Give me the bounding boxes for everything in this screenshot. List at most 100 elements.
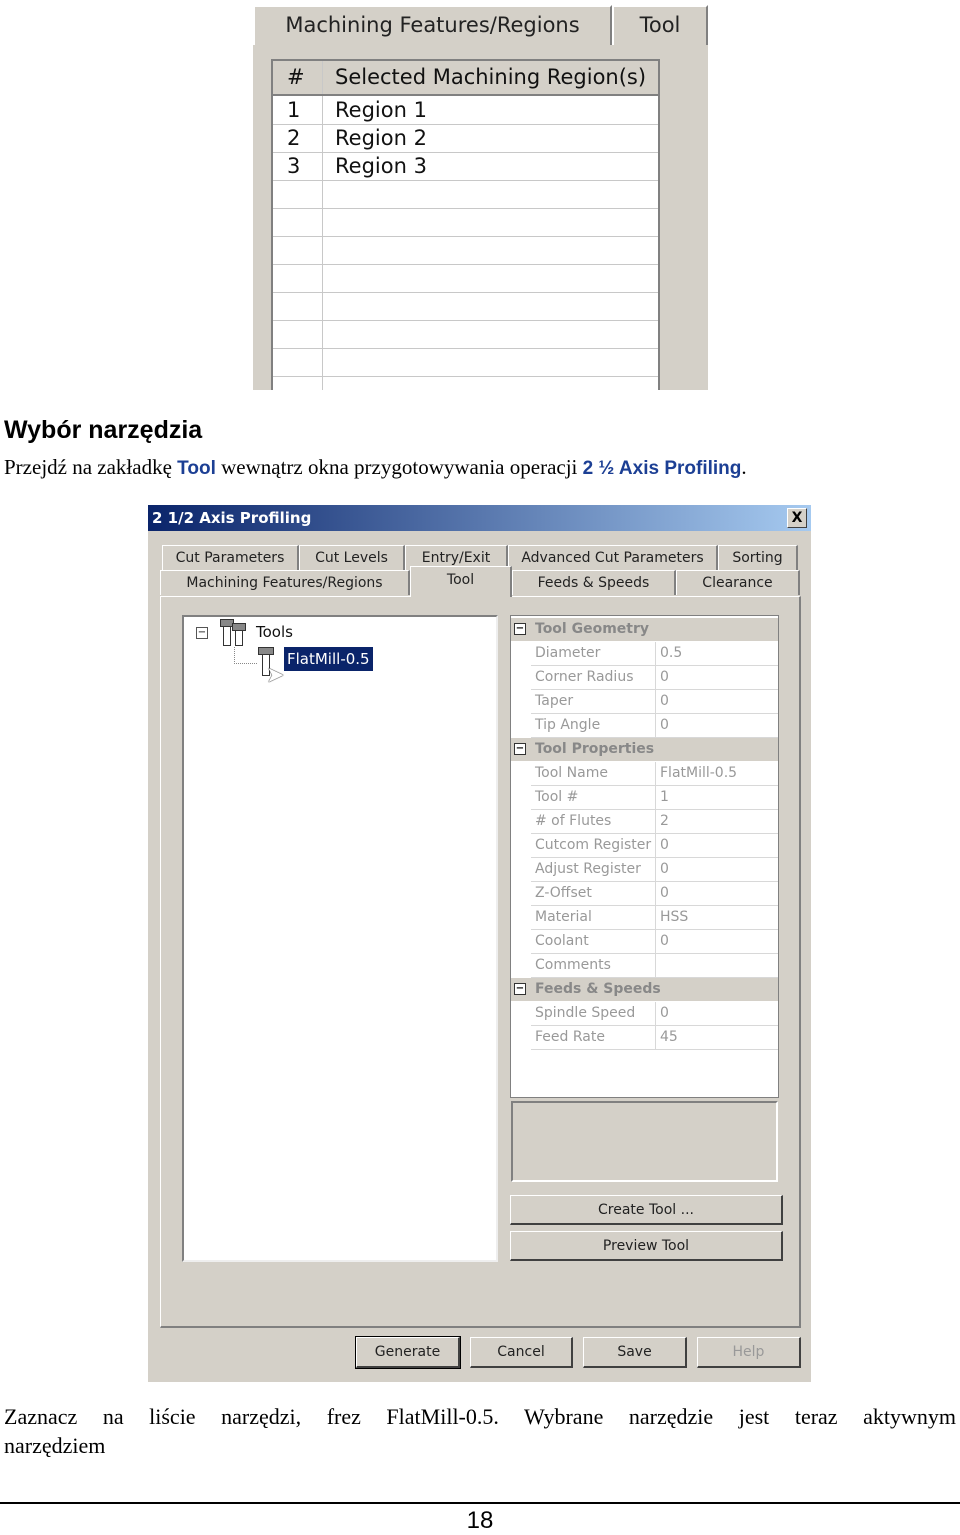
property-value[interactable]: 0 [655,882,669,905]
category-label: Tool Geometry [535,621,650,637]
category-label: Feeds & Speeds [535,981,661,997]
grid-category[interactable]: − Feeds & Speeds [511,978,778,1001]
table-row[interactable] [273,264,658,293]
grid-row[interactable]: Adjust Register 0 [531,858,778,882]
property-name: Tool Name [535,765,608,781]
grid-category[interactable]: − Tool Properties [511,738,778,761]
tab-machining-features-regions[interactable]: Machining Features/Regions [160,570,410,595]
grid-row[interactable]: Coolant 0 [531,930,778,954]
table-row[interactable] [273,348,658,377]
col-region: Selected Machining Region(s) [335,65,647,89]
row-number: 1 [273,96,323,124]
property-value[interactable]: 0 [655,666,669,689]
collapse-icon[interactable]: − [514,623,526,635]
row-number [273,376,323,390]
grid-row[interactable]: Taper 0 [531,690,778,714]
tool-property-grid[interactable]: − Tool Geometry Diameter 0.5 Corner Radius 0 T… [510,615,779,1098]
preview-tool-button[interactable]: Preview Tool [510,1231,783,1261]
row-region: Region 3 [335,154,427,178]
tab-tool-active[interactable]: Tool [410,566,512,597]
row-number [273,348,323,376]
grid-row[interactable]: Cutcom Register 0 [531,834,778,858]
table-header: # Selected Machining Region(s) [273,61,658,96]
row-number [273,320,323,348]
grid-row[interactable]: Material HSS [531,906,778,930]
help-button[interactable]: Help [697,1337,801,1368]
grid-category[interactable]: − Tool Geometry [511,618,778,641]
table-row[interactable] [273,208,658,237]
row-number [273,264,323,292]
table-row[interactable] [273,236,658,265]
grid-row[interactable]: Diameter 0.5 [531,642,778,666]
property-value[interactable]: 0 [655,858,669,881]
table-row[interactable]: 3 Region 3 [273,152,658,181]
cancel-button[interactable]: Cancel [470,1337,573,1368]
close-button[interactable]: X [787,508,807,528]
grid-row[interactable]: # of Flutes 2 [531,810,778,834]
collapse-icon[interactable]: − [196,627,208,639]
table-row[interactable]: 2 Region 2 [273,124,658,153]
tool-tree[interactable]: − Tools FlatMill-0.5 ➤ [182,615,498,1262]
tab-feeds-speeds[interactable]: Feeds & Speeds [512,570,676,595]
dialog-title: 2 1/2 Axis Profiling [152,509,312,527]
property-name: Tool # [535,789,579,805]
row-number [273,292,323,320]
property-value[interactable]: 0 [655,714,669,737]
table-row[interactable] [273,376,658,390]
property-value[interactable]: 0.5 [655,642,682,665]
tab-tool[interactable]: Tool [612,5,708,45]
grid-row[interactable]: Spindle Speed 0 [531,1002,778,1026]
tab-sorting[interactable]: Sorting [718,545,798,570]
grid-row[interactable]: Tool Name FlatMill-0.5 [531,762,778,786]
row-region: Region 1 [335,98,427,122]
property-value[interactable]: 1 [655,786,669,809]
table-row[interactable] [273,320,658,349]
property-value[interactable]: 45 [655,1026,678,1049]
property-name: Coolant [535,933,589,949]
generate-button[interactable]: Generate [355,1336,461,1369]
tree-connector [234,647,257,664]
property-value[interactable]: 2 [655,810,669,833]
row-number [273,208,323,236]
grid-row[interactable]: Tool # 1 [531,786,778,810]
row-number [273,236,323,264]
create-tool-button[interactable]: Create Tool ... [510,1195,783,1225]
property-value[interactable]: 0 [655,1002,669,1025]
save-button[interactable]: Save [583,1337,687,1368]
tree-root-label[interactable]: Tools [256,623,293,641]
property-name: Taper [535,693,574,709]
row-number: 3 [273,152,323,180]
tab-advanced-cut-parameters[interactable]: Advanced Cut Parameters [508,545,718,570]
tab-clearance[interactable]: Clearance [676,570,800,595]
property-name: Corner Radius [535,669,634,685]
collapse-icon[interactable]: − [514,743,526,755]
grid-row[interactable]: Tip Angle 0 [531,714,778,738]
property-value[interactable]: 0 [655,930,669,953]
tree-item-flatmill[interactable]: FlatMill-0.5 [284,647,373,671]
property-value[interactable]: FlatMill-0.5 [655,762,737,785]
description-box [511,1101,778,1182]
table-row[interactable] [273,180,658,209]
property-name: Material [535,909,592,925]
property-value[interactable]: HSS [655,906,688,929]
grid-row[interactable]: Corner Radius 0 [531,666,778,690]
collapse-icon[interactable]: − [514,983,526,995]
regions-screenshot: Machining Features/Regions Tool # Selecte… [253,5,708,390]
tab-machining-features[interactable]: Machining Features/Regions [253,5,612,45]
cursor-icon: ➤ [266,663,285,688]
tab-cut-parameters[interactable]: Cut Parameters [162,545,299,570]
grid-row[interactable]: Comments [531,954,778,978]
property-value[interactable]: 0 [655,834,669,857]
property-value[interactable]: 0 [655,690,669,713]
title-bar: 2 1/2 Axis Profiling X [148,505,811,531]
table-row[interactable] [273,292,658,321]
axis-profiling-dialog: 2 1/2 Axis Profiling X Cut Parameters Cut… [148,505,811,1382]
grid-row[interactable]: Feed Rate 45 [531,1026,778,1050]
property-name: Adjust Register [535,861,641,877]
property-name: # of Flutes [535,813,612,829]
table-row[interactable]: 1 Region 1 [273,96,658,125]
grid-row[interactable]: Z-Offset 0 [531,882,778,906]
tab-cut-levels[interactable]: Cut Levels [299,545,405,570]
property-value[interactable] [655,954,660,977]
row-number: 2 [273,124,323,152]
